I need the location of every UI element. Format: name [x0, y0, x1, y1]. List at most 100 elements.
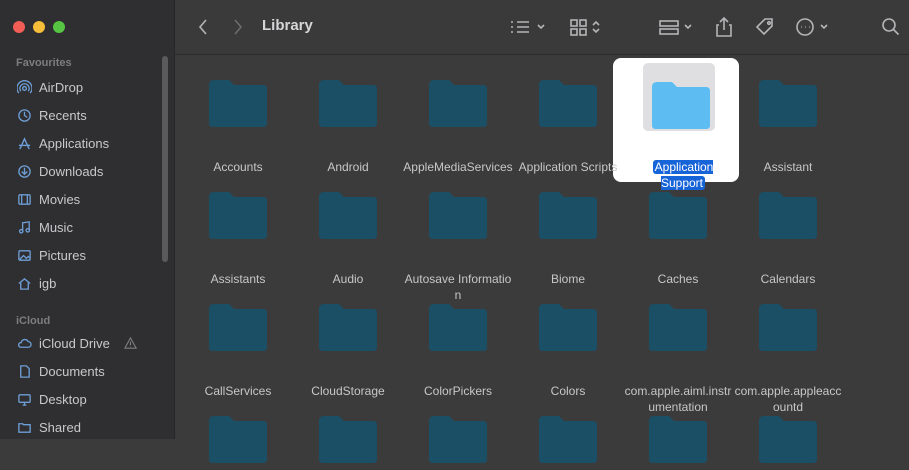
folder-icon[interactable]	[427, 411, 489, 465]
folder-label: Accounts	[213, 160, 263, 174]
search-icon	[882, 18, 900, 36]
sidebar-item-downloads[interactable]: Downloads	[16, 160, 103, 182]
folder-icon[interactable]	[207, 411, 269, 465]
sidebar-item-label: Music	[39, 219, 73, 235]
photo-icon	[16, 247, 32, 263]
sidebar-item-airdrop[interactable]: AirDrop	[16, 76, 83, 98]
sidebar-item-label: Downloads	[39, 163, 104, 179]
share-icon	[716, 16, 732, 37]
folder-icon	[317, 299, 379, 353]
group-button[interactable]	[568, 14, 606, 40]
folder-label: Application Scripts	[518, 160, 618, 174]
folder-icon	[757, 187, 819, 241]
folder-label: Colors	[550, 384, 586, 398]
more-actions-button[interactable]	[793, 14, 833, 40]
window-controls	[13, 21, 65, 33]
sidebar-scrollbar[interactable]	[162, 56, 168, 262]
sidebar-item-label: iCloud Drive	[39, 335, 110, 351]
sidebar-item-desktop[interactable]: Desktop	[16, 388, 87, 410]
folder-icon	[647, 187, 709, 241]
folder-label: Android	[327, 160, 369, 174]
shared-folder-icon	[16, 419, 32, 435]
folder-item[interactable]: Assistant	[733, 75, 843, 195]
folder-icon[interactable]	[317, 411, 379, 465]
sidebar-item-shared[interactable]: Shared	[16, 416, 81, 438]
sidebar-heading-icloud: iCloud	[16, 315, 51, 327]
zoom-window-button[interactable]	[53, 21, 65, 33]
folder-label: CallServices	[204, 384, 272, 398]
folder-item[interactable]: Colors	[513, 299, 623, 419]
sidebar-item-label: Applications	[39, 135, 110, 151]
folder-icon	[427, 299, 489, 353]
film-icon	[16, 191, 32, 207]
sidebar-item-label: Pictures	[39, 247, 86, 263]
sidebar-item-label: AirDrop	[39, 79, 84, 95]
folder-icon	[647, 299, 709, 353]
folder-icon	[207, 187, 269, 241]
document-icon	[16, 363, 32, 379]
window-title: Library	[262, 17, 313, 34]
clock-icon	[16, 107, 32, 123]
sidebar-item-movies[interactable]: Movies	[16, 188, 80, 210]
sidebar: Favourites AirDrop Recents Applications …	[0, 0, 175, 439]
folder-label: Biome	[550, 272, 585, 286]
arrange-icon	[659, 20, 692, 35]
folder-item[interactable]: Caches	[623, 187, 733, 307]
folder-item[interactable]: Autosave Information	[403, 187, 513, 307]
folder-item[interactable]: CloudStorage	[293, 299, 403, 419]
folder-item[interactable]: Audio	[293, 187, 403, 307]
music-icon	[16, 219, 32, 235]
folder-item[interactable]: Calendars	[733, 187, 843, 307]
folder-item[interactable]: Accounts	[183, 75, 293, 195]
folder-label: Calendars	[760, 272, 816, 286]
folder-icon	[537, 75, 599, 129]
search-button[interactable]	[879, 14, 903, 40]
arrange-button[interactable]	[658, 14, 698, 40]
sidebar-item-recents[interactable]: Recents	[16, 104, 87, 126]
sidebar-item-label: igb	[39, 275, 57, 291]
folder-icon	[757, 75, 819, 129]
folder-item[interactable]: com.apple.aiml.instrumentation	[623, 299, 733, 419]
folder-label: CloudStorage	[311, 384, 385, 398]
folder-icon	[757, 299, 819, 353]
cloud-icon	[16, 335, 32, 351]
folder-icon	[207, 75, 269, 129]
folder-icon[interactable]	[537, 411, 599, 465]
folder-icon	[317, 187, 379, 241]
folder-label: Assistant	[763, 160, 813, 174]
folder-icon[interactable]	[757, 411, 819, 465]
folder-icon[interactable]	[647, 411, 709, 465]
folder-item[interactable]: Application Support	[623, 75, 733, 195]
chevron-right-icon	[234, 19, 243, 35]
forward-button[interactable]	[228, 14, 248, 40]
sidebar-item-applications[interactable]: Applications	[16, 132, 109, 154]
folder-label: ColorPickers	[423, 384, 492, 398]
folder-item[interactable]: Android	[293, 75, 403, 195]
folder-item[interactable]: Biome	[513, 187, 623, 307]
folder-label: Caches	[657, 272, 699, 286]
folder-item[interactable]: Assistants	[183, 187, 293, 307]
folder-item[interactable]: com.apple.appleaccountd	[733, 299, 843, 419]
minimize-window-button[interactable]	[33, 21, 45, 33]
close-window-button[interactable]	[13, 21, 25, 33]
folder-item[interactable]: ColorPickers	[403, 299, 513, 419]
grid-view-icon	[570, 19, 600, 36]
view-list-button[interactable]	[508, 14, 550, 40]
folder-item[interactable]: Application Scripts	[513, 75, 623, 195]
share-button[interactable]	[713, 14, 735, 40]
sidebar-item-pictures[interactable]: Pictures	[16, 244, 86, 266]
sidebar-item-igb[interactable]: igb	[16, 272, 56, 294]
folder-icon	[650, 77, 712, 131]
sidebar-item-documents[interactable]: Documents	[16, 360, 105, 382]
sidebar-item-label: Desktop	[39, 391, 87, 407]
sidebar-item-label: Shared	[39, 419, 81, 435]
sidebar-item-label: Movies	[39, 191, 81, 207]
folder-item[interactable]: AppleMediaServices	[403, 75, 513, 195]
sidebar-item-icloud-drive[interactable]: iCloud Drive	[16, 332, 139, 354]
back-button[interactable]	[193, 14, 213, 40]
airdrop-icon	[16, 79, 32, 95]
folder-icon	[537, 187, 599, 241]
tag-button[interactable]	[753, 14, 777, 40]
sidebar-item-music[interactable]: Music	[16, 216, 73, 238]
folder-item[interactable]: CallServices	[183, 299, 293, 419]
